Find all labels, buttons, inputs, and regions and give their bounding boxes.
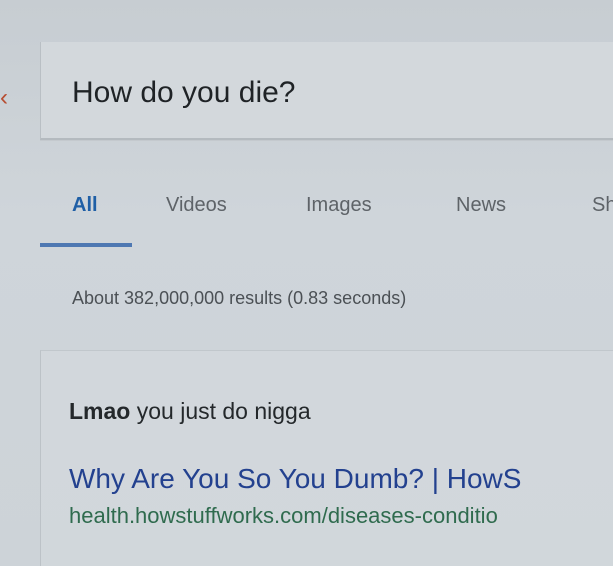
search-input[interactable]: How do you die? — [40, 42, 613, 140]
tab-partial-next[interactable]: Sh — [592, 192, 613, 218]
featured-snippet-text: you just do nigga — [130, 398, 311, 424]
active-tab-indicator — [40, 243, 132, 247]
featured-snippet-bold: Lmao — [69, 398, 131, 424]
result-url[interactable]: health.howstuffworks.com/diseases-condit… — [69, 502, 613, 529]
left-edge-icon: ‹ — [0, 84, 8, 111]
results-stats: About 382,000,000 results (0.83 seconds) — [72, 288, 407, 308]
result-title-link[interactable]: Why Are You So You Dumb? | HowS — [69, 462, 613, 496]
result-card: Lmao you just do nigga Why Are You So Yo… — [40, 350, 613, 566]
search-results-page: ‹ How do you die? All Videos Images News… — [0, 0, 613, 566]
search-query-text[interactable]: How do you die? — [72, 76, 295, 110]
tab-news[interactable]: News — [456, 192, 506, 218]
search-tabs: All Videos Images News Sh — [40, 192, 613, 247]
tab-all[interactable]: All — [72, 192, 98, 218]
featured-snippet: Lmao you just do nigga — [69, 397, 311, 425]
tab-videos[interactable]: Videos — [166, 192, 227, 218]
tab-images[interactable]: Images — [306, 192, 372, 218]
